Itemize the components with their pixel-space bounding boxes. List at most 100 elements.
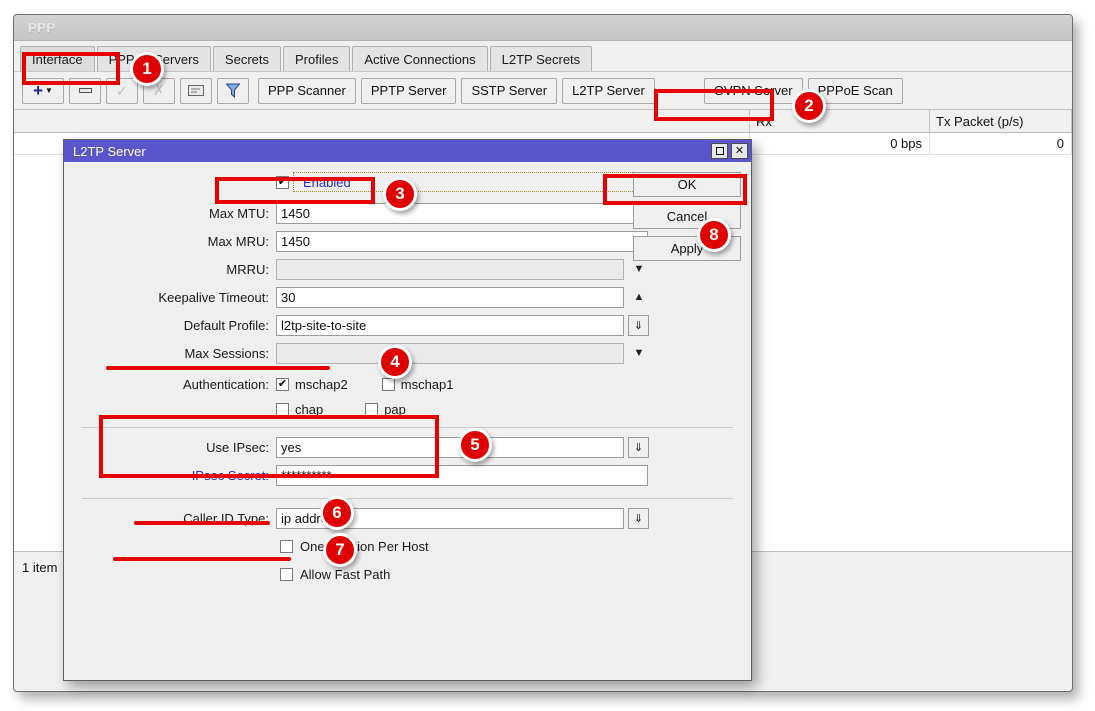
tab-secrets[interactable]: Secrets: [212, 46, 281, 71]
button-label: L2TP Server: [572, 83, 645, 98]
comment-button[interactable]: [180, 77, 212, 104]
mrru-label: MRRU:: [226, 261, 269, 277]
auth-option-label: mschap1: [400, 377, 454, 392]
default-profile-label: Default Profile:: [183, 317, 269, 333]
default-profile-input[interactable]: l2tp-site-to-site: [276, 314, 624, 336]
separator: [82, 498, 733, 499]
plus-icon: +: [33, 81, 43, 100]
button-label: OVPN Server: [713, 83, 793, 98]
ok-button[interactable]: OK: [633, 172, 741, 197]
tab-l2tp-secrets[interactable]: L2TP Secrets: [489, 46, 593, 71]
one-session-per-host-label: One Session Per Host: [300, 538, 429, 554]
keepalive-timeout-input[interactable]: 30: [276, 286, 624, 308]
badge-8: 8: [697, 218, 731, 252]
ovpn-server-button[interactable]: OVPN Server: [703, 77, 803, 104]
tab-profiles[interactable]: Profiles: [283, 46, 351, 71]
authentication-row-2: chap pap: [64, 397, 751, 422]
l2tp-server-button[interactable]: L2TP Server: [562, 77, 655, 104]
badge-5: 5: [458, 428, 492, 462]
underline-ipsec-secret: [113, 557, 291, 561]
sstp-server-button[interactable]: SSTP Server: [461, 77, 558, 104]
chevron-up-icon[interactable]: ▲: [628, 291, 650, 303]
dialog-title: L2TP Server: [73, 143, 146, 159]
one-session-per-host-checkbox[interactable]: [280, 539, 293, 553]
tab-label: L2TP Secrets: [501, 51, 581, 67]
field-row-use-ipsec: Use IPsec: yes ⇓: [64, 433, 751, 461]
check-icon: ✔: [277, 378, 288, 390]
close-icon: ✕: [734, 144, 745, 157]
enabled-checkbox[interactable]: ✔: [276, 175, 289, 189]
badge-6: 6: [320, 496, 354, 530]
table-header-spacer: [14, 110, 750, 132]
dropdown-arrow-icon[interactable]: ⇓: [628, 507, 649, 529]
pap-checkbox[interactable]: [365, 403, 379, 416]
auth-option-mschap1[interactable]: mschap1: [381, 377, 454, 392]
chevron-down-icon[interactable]: ▼: [628, 347, 650, 359]
allow-fast-path-label: Allow Fast Path: [300, 566, 391, 582]
maximize-button[interactable]: [711, 143, 728, 159]
mschap1-checkbox[interactable]: [381, 378, 395, 391]
button-label: PPP Scanner: [268, 83, 346, 98]
ppp-window-title: PPP: [28, 20, 56, 35]
ipsec-secret-input[interactable]: **********: [276, 464, 648, 486]
badge-number: 7: [335, 540, 345, 559]
enable-button[interactable]: ✓: [106, 77, 138, 104]
table-header-rx[interactable]: Rx: [750, 110, 930, 132]
badge-number: 5: [470, 435, 480, 454]
add-button[interactable]: + ▼: [22, 77, 64, 104]
check-icon: ✓: [115, 82, 129, 100]
table-header-tx-packet[interactable]: Tx Packet (p/s): [930, 110, 1072, 132]
badge-number: 3: [395, 184, 405, 203]
badge-7: 7: [323, 533, 357, 567]
table-cell-tx-packet: 0: [930, 133, 1072, 154]
badge-1: 1: [130, 52, 164, 86]
field-row-allow-fast-path: Allow Fast Path: [64, 560, 751, 588]
auth-option-label: pap: [384, 402, 406, 417]
close-button[interactable]: ✕: [731, 143, 748, 159]
max-mtu-label: Max MTU:: [209, 205, 269, 221]
pptp-server-button[interactable]: PPTP Server: [360, 77, 457, 104]
max-mru-input[interactable]: 1450: [276, 230, 648, 252]
auth-option-pap[interactable]: pap: [365, 402, 406, 417]
filter-button[interactable]: [217, 77, 249, 104]
badge-number: 1: [142, 59, 152, 78]
use-ipsec-input[interactable]: yes: [276, 436, 624, 458]
minus-icon: [78, 88, 92, 93]
max-mtu-input[interactable]: 1450: [276, 202, 648, 224]
screenshot-root: PPP Interface PPPoE Servers Secrets Prof…: [0, 0, 1095, 711]
field-row-caller-id-type: Caller ID Type: ip address ⇓: [64, 504, 751, 532]
mrru-input[interactable]: [276, 258, 624, 280]
tab-active-connections[interactable]: Active Connections: [352, 46, 488, 71]
dialog-button-column: OK Cancel Apply: [633, 172, 741, 268]
allow-fast-path-checkbox[interactable]: [280, 567, 293, 581]
chevron-down-icon: ▼: [45, 86, 53, 95]
field-row-default-profile: Default Profile: l2tp-site-to-site ⇓: [64, 311, 751, 339]
chap-checkbox[interactable]: [276, 403, 289, 416]
mschap2-checkbox[interactable]: ✔: [276, 378, 289, 391]
button-label: SSTP Server: [471, 83, 548, 98]
dropdown-arrow-icon[interactable]: ⇓: [628, 314, 649, 336]
auth-option-mschap2[interactable]: ✔ mschap2: [276, 377, 348, 392]
tab-interface[interactable]: Interface: [20, 46, 95, 71]
enabled-label: Enabled: [303, 174, 351, 190]
cross-icon: ✗: [153, 82, 165, 98]
auth-option-chap[interactable]: chap: [276, 402, 323, 417]
max-mru-label: Max MRU:: [207, 233, 269, 249]
underline-use-ipsec: [134, 521, 270, 525]
ppp-title-bar: PPP: [14, 15, 1072, 41]
keepalive-timeout-label: Keepalive Timeout:: [158, 289, 269, 305]
max-sessions-input[interactable]: [276, 342, 624, 364]
button-label: PPPoE Scan: [817, 83, 893, 98]
enabled-focus-frame: Enabled: [293, 172, 665, 192]
comment-icon: [188, 85, 204, 96]
table-cell-rx: 0 bps: [750, 133, 930, 154]
tab-label: Secrets: [224, 51, 269, 67]
remove-button[interactable]: [69, 77, 101, 104]
ppp-scanner-button[interactable]: PPP Scanner: [258, 77, 356, 104]
badge-number: 6: [332, 503, 342, 522]
dropdown-arrow-icon[interactable]: ⇓: [628, 436, 649, 458]
separator: [82, 427, 733, 428]
tab-label: Profiles: [295, 51, 339, 67]
auth-option-label: mschap2: [295, 377, 348, 392]
toolbar: + ▼ ✓ ✗ PPP Scanner PPTP Server SSTP Ser…: [14, 72, 1072, 110]
